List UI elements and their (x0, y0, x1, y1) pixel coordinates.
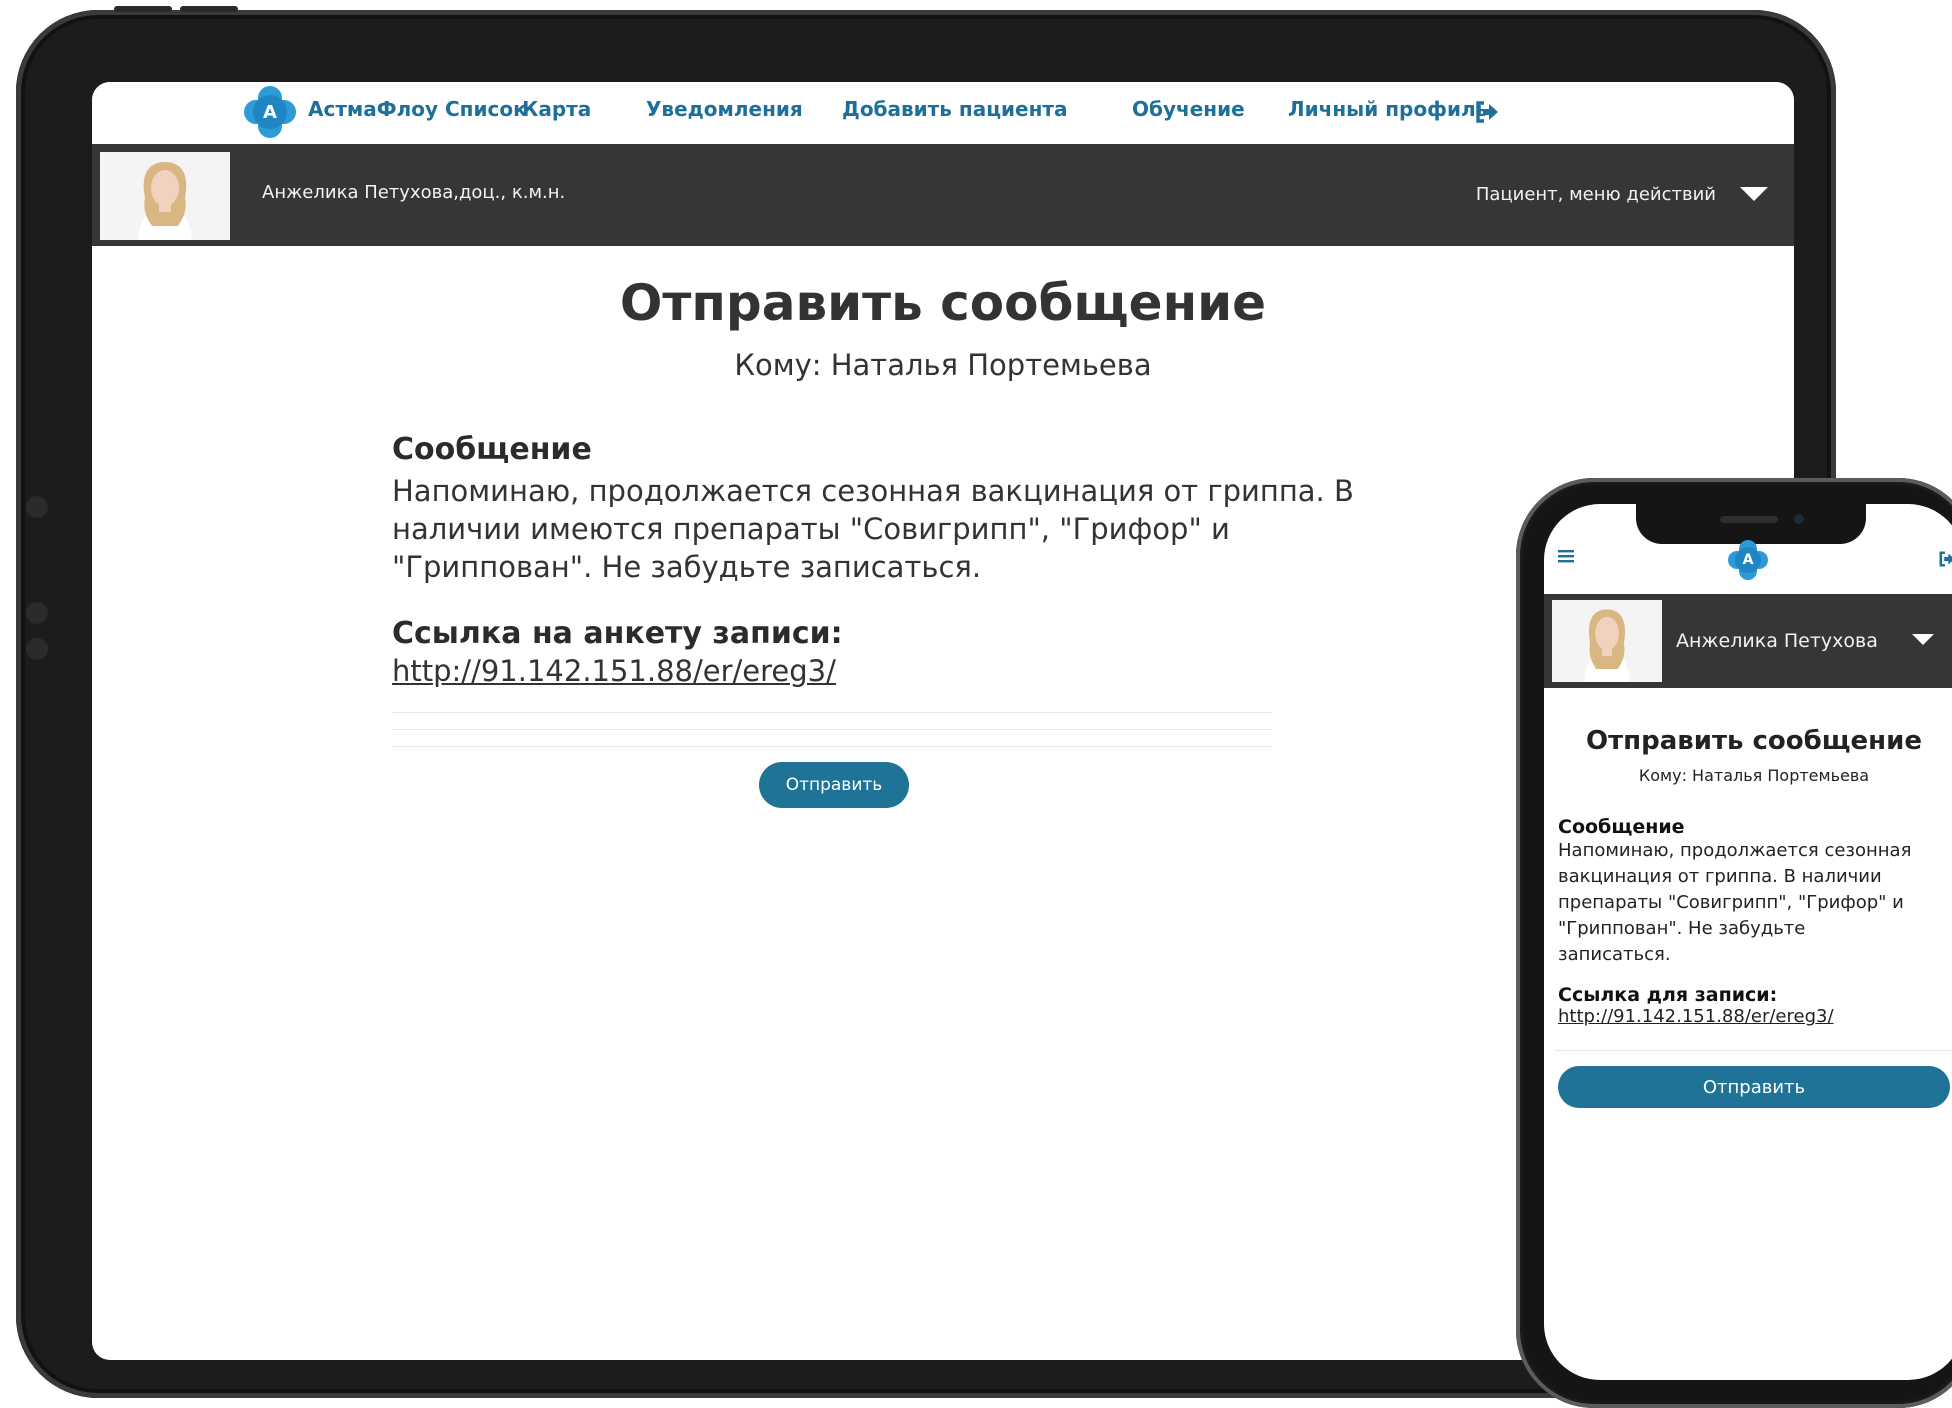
nav-brand-list[interactable]: АстмаФлоу Список (308, 97, 527, 121)
tablet-sensor-2 (26, 602, 48, 624)
tablet-top-button (114, 6, 172, 12)
user-bar: Анжелика Петухова,доц., к.м.н. Пациент, … (92, 144, 1794, 246)
registration-link[interactable]: http://91.142.151.88/er/ereg3/ (392, 654, 836, 688)
message-heading: Сообщение (1558, 816, 1685, 838)
nav-link-map[interactable]: Карта (522, 97, 591, 121)
logout-icon[interactable] (1938, 550, 1952, 572)
message-line: вакцинация от гриппа. В наличии (1558, 866, 1882, 887)
user-name: Анжелика Петухова,доц., к.м.н. (262, 182, 566, 203)
logout-icon[interactable] (1474, 99, 1500, 130)
dropdown-caret-icon[interactable] (1740, 187, 1768, 201)
avatar (100, 152, 230, 240)
speaker (1720, 516, 1778, 523)
phone-screen: A Анжелика Петухова Отправить сообщение … (1544, 504, 1952, 1380)
tablet-top-button-2 (180, 6, 238, 12)
top-navigation: A АстмаФлоу Список Карта Уведомления Доб… (92, 82, 1794, 144)
phone-notch (1636, 504, 1866, 544)
message-line: наличии имеются препараты "Совигрипп", "… (392, 512, 1230, 546)
user-name: Анжелика Петухова (1676, 630, 1878, 652)
link-section: Ссылка на анкету записи: (392, 616, 1492, 651)
send-button[interactable]: Отправить (759, 762, 909, 808)
divider (1554, 1050, 1952, 1051)
recipient: Кому: Наталья Портемьева (734, 348, 1152, 382)
logo-icon[interactable]: A (1728, 540, 1768, 580)
link-value: http://91.142.151.88/er/ereg3/ (392, 654, 1492, 688)
avatar (1552, 600, 1662, 682)
message-line: "Гриппован". Не забудьте записаться. (392, 550, 982, 584)
page-title: Отправить сообщение (1585, 726, 1922, 756)
link-section: Ссылка для записи: http://91.142.151.88/… (1558, 984, 1952, 1027)
tablet-sensor (26, 496, 48, 518)
send-button-label: Отправить (1702, 1076, 1806, 1098)
nav-link-add-patient[interactable]: Добавить пациента (842, 97, 1068, 121)
user-bar: Анжелика Петухова (1544, 594, 1952, 688)
nav-link-education[interactable]: Обучение (1132, 97, 1245, 121)
message-line: Напоминаю, продолжается сезонная (1558, 840, 1912, 861)
hamburger-menu-icon[interactable] (1558, 548, 1576, 568)
dropdown-caret-icon[interactable] (1912, 634, 1934, 645)
link-heading: Ссылка на анкету записи: (392, 616, 843, 651)
message-line: записаться. (1558, 944, 1671, 965)
phone-device-frame: A Анжелика Петухова Отправить сообщение … (1516, 478, 1952, 1408)
message-line: Напоминаю, продолжается сезонная вакцина… (392, 474, 1354, 508)
nav-link-profile[interactable]: Личный профиль (1288, 97, 1488, 121)
message-section: Сообщение (392, 432, 1492, 467)
link-heading: Ссылка для записи: (1558, 984, 1778, 1006)
message-body: Напоминаю, продолжается сезонная вакцина… (392, 472, 1492, 586)
send-button-label: Отправить (785, 775, 883, 795)
page-title: Отправить сообщение (619, 274, 1267, 332)
logo-letter: A (253, 95, 287, 129)
divider (392, 712, 1272, 713)
camera (1794, 514, 1804, 524)
message-line: препараты "Совигрипп", "Грифор" и (1558, 892, 1904, 913)
recipient: Кому: Наталья Портемьева (1638, 766, 1870, 785)
logo-letter: A (1735, 547, 1761, 573)
logo-icon[interactable]: A (244, 86, 296, 138)
divider (392, 746, 1272, 747)
registration-link[interactable]: http://91.142.151.88/er/ereg3/ (1558, 1006, 1834, 1027)
send-button[interactable]: Отправить (1558, 1066, 1950, 1108)
message-line: "Гриппован". Не забудьте (1558, 918, 1806, 939)
message-section: Сообщение Напоминаю, продолжается сезонн… (1558, 816, 1952, 968)
nav-link-notifications[interactable]: Уведомления (646, 97, 803, 121)
divider (392, 729, 1272, 730)
message-heading: Сообщение (392, 432, 592, 467)
patient-actions-menu[interactable]: Пациент, меню действий (1476, 184, 1716, 205)
tablet-sensor-3 (26, 638, 48, 660)
